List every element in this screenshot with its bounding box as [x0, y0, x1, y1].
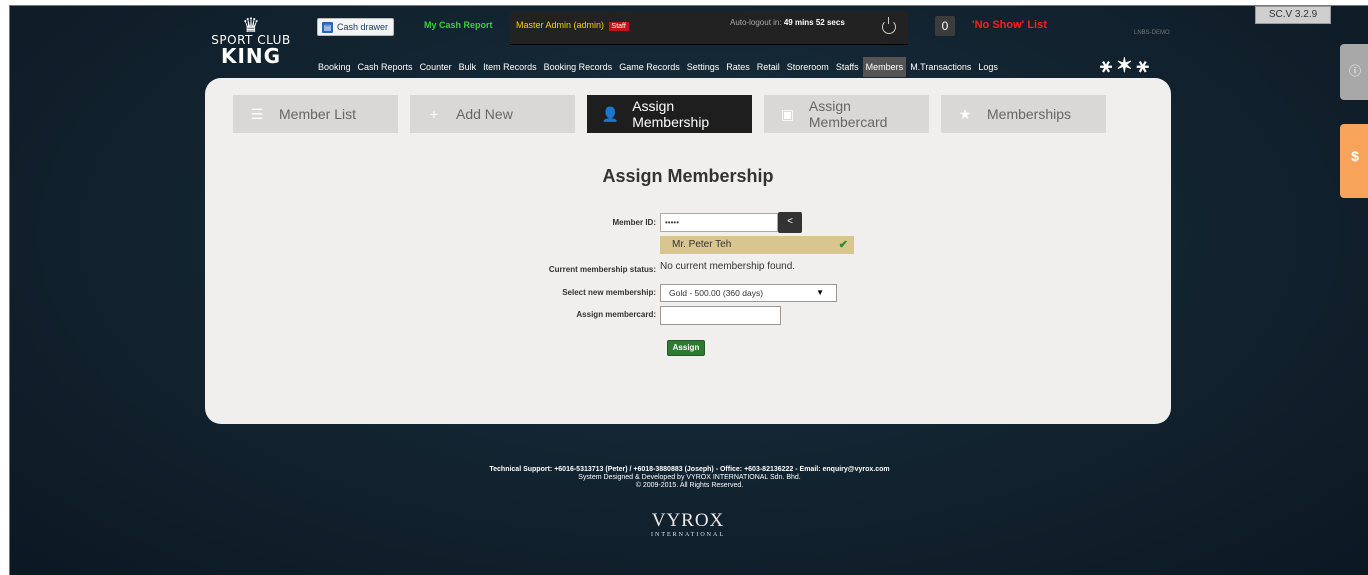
user-icon: 👤	[601, 105, 620, 122]
server-label: LNBS-DEMO	[1134, 30, 1170, 36]
cash-drawer-icon: ▤	[322, 21, 333, 33]
back-button[interactable]: <	[778, 212, 802, 233]
tab-label: Memberships	[987, 106, 1072, 122]
tab-label: Add New	[456, 106, 513, 122]
member-id-label: Member ID:	[612, 218, 656, 227]
crown-icon: ♛	[242, 15, 260, 37]
autologout-label: Auto-logout in:	[730, 18, 782, 27]
star-icon: ★	[958, 105, 972, 122]
logo-line2: KING	[220, 44, 282, 68]
member-tabs: ☰ Member List + Add New 👤 Assign Members…	[233, 95, 1118, 133]
tab-label: Assign Membership	[632, 98, 710, 130]
tab-label: Assign Membercard	[808, 98, 888, 130]
tab-memberships[interactable]: ★ Memberships	[941, 95, 1106, 133]
no-show-list-link[interactable]: 'No Show' List	[972, 19, 1047, 31]
status-value: No current membership found.	[660, 261, 796, 272]
nav-item-bulk[interactable]: Bulk	[456, 57, 480, 77]
vyrox-logo: VYROX INTERNATIONAL	[648, 510, 728, 538]
session-bar: Master Admin (admin) Staff Auto-logout i…	[510, 11, 908, 45]
page-title: Assign Membership	[602, 166, 774, 186]
staff-badge: Staff	[608, 22, 629, 31]
nav-item-members[interactable]: Members	[862, 57, 907, 77]
info-side-tab[interactable]: ⓘ	[1340, 44, 1368, 100]
cash-drawer-button[interactable]: ▤ Cash drawer	[317, 18, 394, 36]
nav-item-counter[interactable]: Counter	[417, 57, 455, 77]
version-badge: SC.V 3.2.9	[1255, 6, 1331, 24]
select-membership-label: Select new membership:	[562, 288, 656, 297]
nav-item-retail[interactable]: Retail	[754, 57, 783, 77]
my-cash-report-link[interactable]: My Cash Report	[424, 20, 493, 30]
admin-user[interactable]: Master Admin (admin) Staff	[516, 20, 629, 31]
nav-item-booking[interactable]: Booking	[315, 57, 354, 77]
membercard-input[interactable]	[660, 306, 781, 325]
tab-add-new[interactable]: + Add New	[410, 95, 575, 133]
nav-item-rates[interactable]: Rates	[723, 57, 753, 77]
info-icon: ⓘ	[1348, 64, 1361, 78]
card-icon: ▣	[780, 105, 795, 122]
nav-item-item-records[interactable]: Item Records	[480, 57, 540, 77]
footer: Technical Support: +6016-5313713 (Peter)…	[10, 466, 1368, 490]
autologout-time: 49 mins 52 secs	[783, 18, 845, 27]
nav-item-m-transactions[interactable]: M.Transactions	[907, 57, 974, 77]
plus-icon: +	[429, 106, 439, 122]
counter-badge[interactable]: 0	[935, 16, 955, 36]
member-name-result[interactable]: Mr. Peter Teh ✔	[660, 236, 854, 254]
dropdown-arrow-icon: ▼	[816, 288, 824, 297]
main-nav: Booking Cash Reports Counter Bulk Item R…	[315, 57, 1002, 77]
admin-name: Master Admin (admin)	[516, 20, 605, 30]
power-icon[interactable]	[882, 17, 896, 34]
tab-label: Member List	[279, 106, 357, 122]
footer-support: Technical Support: +6016-5313713 (Peter)…	[489, 466, 890, 473]
list-icon: ☰	[250, 105, 264, 122]
check-icon: ✔	[838, 239, 848, 251]
nav-item-logs[interactable]: Logs	[975, 57, 1001, 77]
autologout-timer: Auto-logout in: 49 mins 52 secs	[730, 18, 845, 27]
cash-drawer-label: Cash drawer	[337, 22, 389, 32]
sport-club-king-logo[interactable]: ♛ SPORT CLUB KING	[206, 15, 296, 68]
cash-side-tab[interactable]: $	[1340, 124, 1368, 198]
membercard-label: Assign membercard:	[576, 310, 656, 319]
tab-assign-membercard[interactable]: ▣ Assign Membercard	[764, 95, 929, 133]
member-id-input[interactable]: •••••	[660, 213, 778, 232]
membership-select-value: Gold - 500.00 (360 days)	[669, 288, 764, 298]
sport-figures-icon: ⚹ ✶ ⚹	[1100, 55, 1149, 77]
footer-designed: System Designed & Developed by VYROX INT…	[578, 474, 801, 481]
content-panel: ☰ Member List + Add New 👤 Assign Members…	[205, 78, 1171, 424]
dollar-icon: $	[1351, 148, 1359, 164]
footer-copyright: © 2009-2015. All Rights Reserved.	[635, 482, 744, 489]
assign-button[interactable]: Assign	[667, 340, 705, 356]
nav-item-game-records[interactable]: Game Records	[616, 57, 683, 77]
vyrox-brand: VYROX	[651, 510, 725, 531]
nav-item-cash-reports[interactable]: Cash Reports	[355, 57, 416, 77]
tab-assign-membership[interactable]: 👤 Assign Membership	[587, 95, 752, 133]
tab-member-list[interactable]: ☰ Member List	[233, 95, 398, 133]
nav-item-booking-records[interactable]: Booking Records	[541, 57, 616, 77]
membership-select[interactable]: Gold - 500.00 (360 days) ▼	[660, 284, 837, 302]
vyrox-sub: INTERNATIONAL	[651, 532, 725, 538]
nav-item-staffs[interactable]: Staffs	[833, 57, 862, 77]
app-frame: ♛ SPORT CLUB KING ▤ Cash drawer My Cash …	[9, 5, 1368, 575]
nav-item-storeroom[interactable]: Storeroom	[784, 57, 832, 77]
nav-item-settings[interactable]: Settings	[684, 57, 723, 77]
member-name: Mr. Peter Teh	[672, 239, 732, 250]
status-label: Current membership status:	[548, 265, 656, 274]
